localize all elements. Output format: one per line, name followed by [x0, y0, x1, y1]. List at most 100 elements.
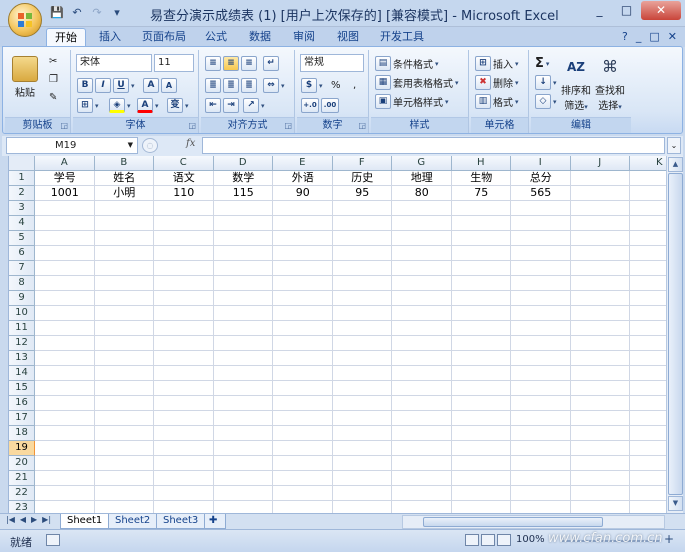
increase-decimal-button[interactable]: +.0: [301, 98, 319, 113]
number-format-select[interactable]: 常规: [300, 54, 364, 72]
conditional-formatting-button[interactable]: ▤ 条件格式 ▾: [375, 56, 439, 71]
insert-sheet-icon[interactable]: ✚: [204, 514, 226, 529]
worksheet-grid[interactable]: A B C D E F G H I J K 1 2 3 4 5 6 7 8 9 10 11 12 13 14 15 16 17 18 19…: [8, 156, 666, 513]
tab-view[interactable]: 视图: [330, 28, 366, 47]
cell-i2[interactable]: 565: [511, 186, 571, 200]
increase-indent-button[interactable]: ⇥: [223, 98, 239, 113]
cell-i1[interactable]: 总分: [511, 171, 571, 185]
row-header-10[interactable]: 10: [9, 306, 35, 321]
cell-g1[interactable]: 地理: [392, 171, 452, 185]
office-button[interactable]: [8, 3, 42, 37]
undo-icon[interactable]: ↶: [68, 5, 86, 21]
vertical-scrollbar[interactable]: ▲ ▼: [666, 156, 683, 513]
cell-f2[interactable]: 95: [333, 186, 393, 200]
format-cells-button[interactable]: ▥ 格式 ▾: [475, 94, 519, 109]
sheet-tab-sheet3[interactable]: Sheet3: [156, 514, 206, 529]
cell-h2[interactable]: 75: [452, 186, 512, 200]
align-center-button[interactable]: ≣: [223, 78, 239, 93]
find-select-button[interactable]: ⌘ 查找和 选择▾: [593, 54, 627, 112]
cell-d2[interactable]: 115: [214, 186, 274, 200]
format-as-table-button[interactable]: ▦ 套用表格格式 ▾: [375, 75, 459, 90]
zoom-in-icon[interactable]: +: [664, 532, 674, 546]
page-break-view-icon[interactable]: [497, 534, 511, 546]
row-header-11[interactable]: 11: [9, 321, 35, 336]
bold-button[interactable]: B: [77, 78, 93, 93]
redo-icon[interactable]: ↷: [88, 5, 106, 21]
font-name-select[interactable]: 宋体: [76, 54, 152, 72]
sheet-tab-sheet2[interactable]: Sheet2: [108, 514, 158, 529]
prev-sheet-icon[interactable]: ◀: [20, 515, 26, 524]
cell-g2[interactable]: 80: [392, 186, 452, 200]
ribbon-restore-button[interactable]: □: [649, 30, 659, 43]
tab-home[interactable]: 开始: [46, 28, 86, 47]
tab-review[interactable]: 审阅: [286, 28, 322, 47]
tab-developer[interactable]: 开发工具: [374, 28, 430, 47]
row-header-13[interactable]: 13: [9, 351, 35, 366]
font-size-select[interactable]: 11: [154, 54, 194, 72]
decrease-indent-button[interactable]: ⇤: [205, 98, 221, 113]
customize-qat-icon[interactable]: ▾: [108, 5, 126, 21]
accounting-format-button[interactable]: $ ▾: [301, 78, 323, 93]
next-sheet-icon[interactable]: ▶: [31, 515, 37, 524]
tab-data[interactable]: 数据: [242, 28, 278, 47]
column-header-e[interactable]: E: [273, 156, 333, 171]
autosum-button[interactable]: Σ ▾: [535, 56, 549, 71]
clipboard-launcher-icon[interactable]: ◲: [60, 121, 68, 130]
scroll-down-icon[interactable]: ▼: [668, 496, 683, 511]
wrap-text-button[interactable]: ↵: [263, 56, 279, 71]
sort-filter-button[interactable]: AZ 排序和 筛选▾: [559, 54, 593, 112]
column-header-g[interactable]: G: [392, 156, 452, 171]
insert-cells-button[interactable]: ⊞ 插入 ▾: [475, 56, 519, 71]
row-header-17[interactable]: 17: [9, 411, 35, 426]
row-header-16[interactable]: 16: [9, 396, 35, 411]
cancel-entry-icon[interactable]: ◌: [142, 138, 158, 153]
fill-button[interactable]: ↓ ▾: [535, 75, 557, 90]
row-header-18[interactable]: 18: [9, 426, 35, 441]
font-color-button[interactable]: A ▾: [137, 98, 159, 113]
ribbon-close-button[interactable]: ✕: [668, 30, 677, 43]
macro-record-icon[interactable]: [46, 534, 60, 546]
maximize-button[interactable]: □: [614, 1, 639, 20]
row-header-23[interactable]: 23: [9, 501, 35, 513]
phonetic-button[interactable]: 变 ▾: [167, 98, 189, 113]
column-header-c[interactable]: C: [154, 156, 214, 171]
row-header-9[interactable]: 9: [9, 291, 35, 306]
name-box-dropdown-icon[interactable]: ▼: [128, 138, 133, 153]
ribbon-minimize-button[interactable]: _: [636, 30, 642, 43]
row-header-5[interactable]: 5: [9, 231, 35, 246]
row-header-22[interactable]: 22: [9, 486, 35, 501]
alignment-launcher-icon[interactable]: ◲: [284, 121, 292, 130]
row-header-20[interactable]: 20: [9, 456, 35, 471]
italic-button[interactable]: I: [95, 78, 111, 93]
cell-a1[interactable]: 学号: [35, 171, 95, 185]
cell-d1[interactable]: 数学: [214, 171, 274, 185]
cell-e2[interactable]: 90: [273, 186, 333, 200]
minimize-button[interactable]: _: [587, 1, 612, 20]
align-top-button[interactable]: ≡: [205, 56, 221, 71]
align-left-button[interactable]: ≣: [205, 78, 221, 93]
cell-h1[interactable]: 生物: [452, 171, 512, 185]
font-launcher-icon[interactable]: ◲: [188, 121, 196, 130]
row-header-7[interactable]: 7: [9, 261, 35, 276]
sheet-tab-sheet1[interactable]: Sheet1: [60, 514, 110, 529]
column-header-i[interactable]: I: [511, 156, 571, 171]
merge-center-button[interactable]: ⇔ ▾: [263, 78, 285, 93]
comma-button[interactable]: ,: [353, 80, 356, 91]
cell-f1[interactable]: 历史: [333, 171, 393, 185]
column-header-a[interactable]: A: [35, 156, 95, 171]
formula-input[interactable]: [202, 137, 665, 154]
delete-cells-button[interactable]: ✖ 删除 ▾: [475, 75, 519, 90]
row-header-19[interactable]: 19: [9, 441, 35, 456]
close-button[interactable]: ✕: [641, 1, 681, 20]
number-launcher-icon[interactable]: ◲: [358, 121, 366, 130]
tab-formulas[interactable]: 公式: [198, 28, 234, 47]
row-header-3[interactable]: 3: [9, 201, 35, 216]
align-right-button[interactable]: ≣: [241, 78, 257, 93]
align-middle-button[interactable]: ≡: [223, 56, 239, 71]
normal-view-icon[interactable]: [465, 534, 479, 546]
last-sheet-icon[interactable]: ▶|: [42, 515, 51, 524]
column-header-k[interactable]: K: [630, 156, 666, 171]
grow-font-button[interactable]: A: [143, 78, 159, 93]
vertical-scroll-thumb[interactable]: [668, 173, 683, 495]
shrink-font-button[interactable]: A: [161, 78, 177, 93]
